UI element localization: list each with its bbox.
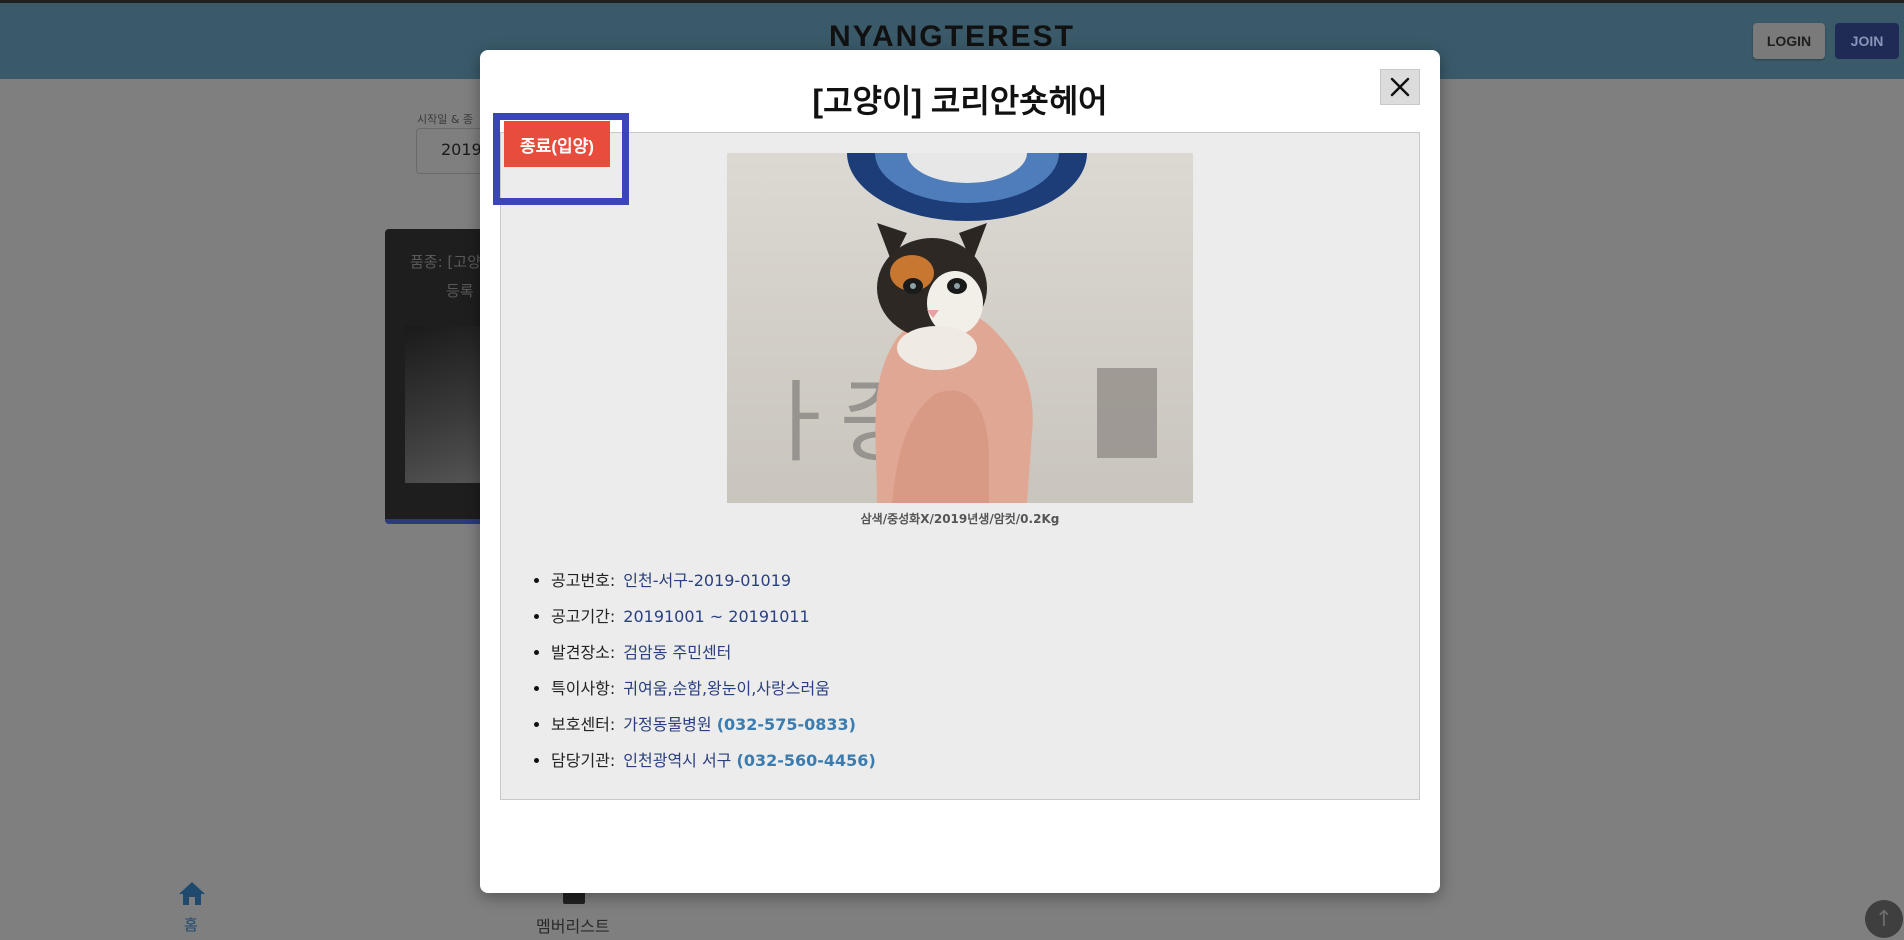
animal-summary-caption: 삼색/중성화X/2019년생/암컷/0.2Kg <box>860 512 1060 526</box>
shelter-phone: (032-575-0833) <box>716 715 856 734</box>
info-item-found-place: 발견장소: 검암동 주민센터 <box>551 635 876 671</box>
close-button[interactable] <box>1380 69 1420 105</box>
animal-card-breed: 품종: [고양 <box>410 253 481 271</box>
info-list: 공고번호: 인천-서구-2019-01019 공고기간: 20191001 ~ 20… <box>533 563 876 779</box>
info-label: 담당기관: <box>551 751 616 770</box>
date-filter-value: 2019 <box>441 140 482 159</box>
date-filter-label: 시작일 & 종 <box>417 113 474 126</box>
info-value: 20191001 ~ 20191011 <box>623 607 810 626</box>
info-label: 특이사항: <box>551 679 616 698</box>
nav-home-label[interactable]: 홈 <box>184 914 198 935</box>
info-item-special-notes: 특이사항: 귀여움,순함,왕눈이,사랑스러움 <box>551 671 876 707</box>
detail-content: 종료(입양) ㅏ중 삼색/중성화X/2019년생/암컷/0.2Kg • 공고번호… <box>493 113 1420 800</box>
join-button[interactable]: JOIN <box>1835 23 1899 59</box>
info-value: 인천-서구-2019-01019 <box>623 571 792 590</box>
animal-card-image <box>405 326 481 483</box>
close-icon <box>1390 77 1410 97</box>
status-badge: 종료(입양) <box>504 121 610 167</box>
status-highlight-box: 종료(입양) <box>493 113 629 205</box>
info-value: 인천광역시 서구 <box>623 751 732 770</box>
info-label: 공고기간: <box>551 607 616 626</box>
info-value: 귀여움,순함,왕눈이,사랑스러움 <box>623 679 830 698</box>
home-icon[interactable] <box>178 880 206 906</box>
info-item-notice-number: 공고번호: 인천-서구-2019-01019 <box>551 563 876 599</box>
kitten-photo-illustration: ㅏ중 <box>727 153 1193 503</box>
info-item-notice-period: 공고기간: 20191001 ~ 20191011 <box>551 599 876 635</box>
animal-detail-modal: [고양이] 코리안숏헤어 종료(입양) ㅏ중 삼색/중성화X/2019년생/암컷… <box>480 50 1440 893</box>
arrow-up-icon: ↑ <box>1874 906 1894 932</box>
animal-photo: ㅏ중 <box>727 153 1193 503</box>
brand-logo[interactable]: NYANGTEREST <box>0 20 1904 54</box>
info-value: 가정동물병원 <box>623 715 712 734</box>
info-item-shelter: 보호센터: 가정동물병원 (032-575-0833) <box>551 707 876 743</box>
agency-phone: (032-560-4456) <box>736 751 876 770</box>
info-label: 발견장소: <box>551 643 616 662</box>
info-label: 보호센터: <box>551 715 616 734</box>
info-item-agency: 담당기관: 인천광역시 서구 (032-560-4456) <box>551 743 876 779</box>
info-value: 검암동 주민센터 <box>623 643 732 662</box>
login-button[interactable]: LOGIN <box>1753 23 1825 59</box>
nav-member-list-label[interactable]: 멤버리스트 <box>536 913 610 937</box>
animal-card-registered: 등록 <box>446 282 474 300</box>
info-label: 공고번호: <box>551 571 616 590</box>
scroll-to-top-button[interactable]: ↑ <box>1865 900 1903 938</box>
